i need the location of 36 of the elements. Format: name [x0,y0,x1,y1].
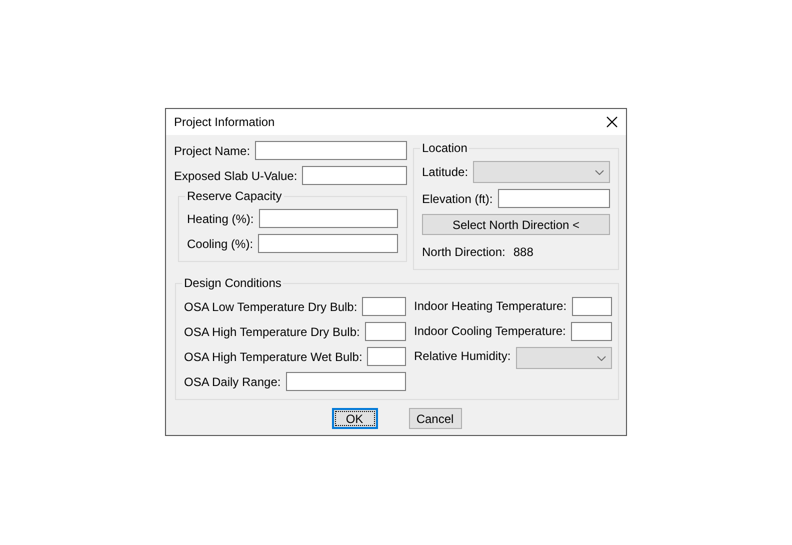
field-label: Elevation (ft): [422,190,493,208]
field-label: Heating (%): [187,210,254,228]
input-field[interactable] [364,322,406,341]
field-label: North Direction: [422,244,506,261]
field-label: Indoor Heating Temperature: [414,298,567,315]
input-field[interactable] [258,234,398,253]
input-field[interactable] [286,372,406,391]
field-label: Relative Humidity: [414,348,511,365]
group-title: Reserve Capacity [186,189,283,203]
cancel-button[interactable]: Cancel [408,408,462,429]
close-icon[interactable] [606,116,618,128]
input-field[interactable] [258,209,398,228]
field-label: OSA Low Temperature Dry Bulb: [184,298,358,316]
chevron-down-icon [597,356,606,360]
input-field[interactable] [570,322,612,341]
select-north-direction-button[interactable]: Select North Direction < [422,214,610,235]
group-title: Design Conditions [183,276,282,290]
input-field[interactable] [498,189,610,208]
field-label: OSA High Temperature Dry Bulb: [184,324,360,340]
field-label: OSA Daily Range: [184,374,281,390]
window-title: Project Information [174,114,275,131]
field-label: Project Name: [174,142,250,160]
ok-button[interactable]: OK [332,408,378,429]
field-label: Exposed Slab U-Value: [174,168,298,184]
field-label: Cooling (%): [187,236,254,252]
north-direction-value: 888 [513,244,534,261]
field-label: Indoor Cooling Temperature: [414,323,566,340]
group-title: Location [421,141,468,155]
input-field[interactable] [302,166,407,185]
field-label: OSA High Temperature Wet Bulb: [184,348,362,366]
input-field[interactable] [362,297,406,316]
field-label: Latitude: [422,164,468,181]
input-field[interactable] [367,347,406,366]
input-field[interactable] [255,141,407,160]
chevron-down-icon [595,170,604,174]
input-field[interactable] [572,297,612,316]
